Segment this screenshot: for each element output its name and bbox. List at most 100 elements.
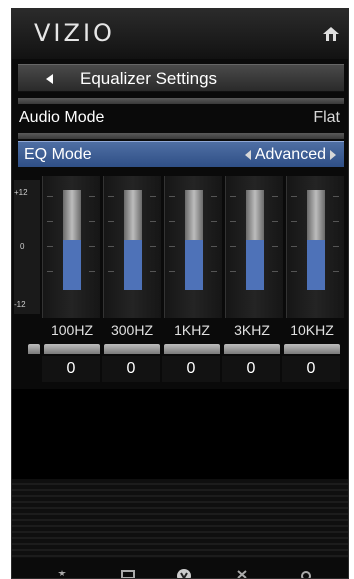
slider-fill — [307, 240, 325, 290]
band-value[interactable]: 0 — [162, 356, 220, 382]
eq-mode-label: EQ Mode — [24, 146, 92, 163]
bottom-icon-bar — [12, 558, 348, 578]
slider-tick — [333, 221, 339, 222]
slider-fill — [185, 240, 203, 290]
divider — [18, 133, 344, 139]
slider-tick — [47, 196, 53, 197]
slider-tick — [211, 221, 217, 222]
slider-tick — [272, 246, 278, 247]
menu-title: Equalizer Settings — [80, 69, 218, 88]
band-values: 0 0 0 0 0 — [42, 356, 344, 382]
eq-mode-selector[interactable]: Advanced — [241, 146, 340, 164]
band-freq-label: 10KHZ — [290, 322, 334, 338]
back-arrow-icon[interactable] — [46, 74, 53, 84]
slider-fill — [246, 240, 264, 290]
slider-tick — [108, 221, 114, 222]
band-value[interactable]: 0 — [222, 356, 280, 382]
slider-tick — [230, 246, 236, 247]
slider-tick — [272, 196, 278, 197]
band-tab — [104, 344, 160, 354]
band-value[interactable]: 0 — [102, 356, 160, 382]
frequency-labels: 100HZ 300HZ 1KHZ 3KHZ 10KHZ — [42, 319, 344, 341]
slider-tick — [211, 246, 217, 247]
slider-tick — [333, 246, 339, 247]
right-arrow-icon[interactable] — [330, 149, 336, 160]
scale-min-label: -12 — [14, 300, 26, 309]
slider-tick — [89, 271, 95, 272]
scale-zero-label: 0 — [20, 242, 25, 251]
slider-tick — [272, 271, 278, 272]
menu-title-row[interactable]: Equalizer Settings — [18, 64, 344, 92]
eq-band-slider[interactable] — [103, 176, 161, 318]
band-tab — [164, 344, 220, 354]
slider-tick — [291, 221, 297, 222]
slider-tick — [291, 196, 297, 197]
eq-band-slider[interactable] — [164, 176, 222, 318]
slider-tick — [89, 221, 95, 222]
equalizer-area: +12 0 -12 100HZ 300HZ 1KHZ 3KHZ 10KHZ 0 … — [12, 172, 348, 387]
slider-tick — [169, 196, 175, 197]
background-stripes — [12, 479, 348, 561]
scale-max-label: +12 — [14, 188, 28, 197]
band-value[interactable]: 0 — [42, 356, 100, 382]
slider-fill — [124, 240, 142, 290]
tv-menu-panel: VIZIO Equalizer Settings Audio Mode Flat… — [11, 8, 349, 579]
empty-area — [12, 389, 348, 479]
slider-tick — [230, 271, 236, 272]
home-icon[interactable] — [322, 25, 340, 43]
slider-fill — [63, 240, 81, 290]
slider-tick — [211, 271, 217, 272]
slider-tick — [333, 271, 339, 272]
eq-scale: +12 0 -12 — [14, 180, 40, 314]
slider-tick — [150, 196, 156, 197]
close-icon[interactable] — [234, 568, 250, 578]
slider-tick — [150, 221, 156, 222]
slider-tick — [291, 271, 297, 272]
slider-track[interactable] — [124, 190, 142, 290]
slider-tick — [211, 196, 217, 197]
left-arrow-icon[interactable] — [244, 149, 251, 160]
band-freq-label: 100HZ — [50, 322, 94, 338]
audio-mode-label: Audio Mode — [19, 109, 105, 126]
slider-tick — [230, 196, 236, 197]
slider-tick — [333, 196, 339, 197]
slider-tick — [291, 246, 297, 247]
slider-tick — [169, 221, 175, 222]
slider-tick — [108, 271, 114, 272]
band-tab — [224, 344, 280, 354]
audio-mode-value: Flat — [313, 109, 340, 126]
slider-tick — [89, 246, 95, 247]
slider-track[interactable] — [307, 190, 325, 290]
vizio-v-icon[interactable] — [176, 568, 192, 578]
star-icon[interactable] — [54, 568, 70, 578]
band-value[interactable]: 0 — [282, 356, 340, 382]
band-freq-label: 300HZ — [110, 322, 154, 338]
top-bar: VIZIO — [12, 9, 348, 59]
slider-tick — [169, 246, 175, 247]
vizio-logo: VIZIO — [34, 19, 115, 47]
slider-track[interactable] — [185, 190, 203, 290]
slider-tick — [169, 271, 175, 272]
slider-tick — [89, 196, 95, 197]
slider-track[interactable] — [246, 190, 264, 290]
gear-icon[interactable] — [298, 568, 314, 578]
eq-mode-value: Advanced — [254, 146, 326, 163]
screen-icon[interactable] — [120, 568, 136, 578]
eq-band-slider[interactable] — [42, 176, 100, 318]
slider-tick — [108, 196, 114, 197]
band-tab — [28, 344, 40, 354]
eq-band-slider[interactable] — [286, 176, 344, 318]
slider-tick — [47, 271, 53, 272]
slider-tick — [47, 246, 53, 247]
slider-track[interactable] — [63, 190, 81, 290]
band-tab — [284, 344, 340, 354]
slider-tick — [47, 221, 53, 222]
band-freq-label: 1KHZ — [174, 322, 210, 338]
eq-band-slider[interactable] — [225, 176, 283, 318]
audio-mode-row[interactable]: Audio Mode Flat — [18, 105, 344, 131]
divider — [18, 98, 344, 104]
eq-mode-row[interactable]: EQ Mode Advanced — [18, 141, 344, 167]
slider-tick — [150, 271, 156, 272]
band-tab-strip — [28, 344, 344, 356]
slider-tick — [150, 246, 156, 247]
